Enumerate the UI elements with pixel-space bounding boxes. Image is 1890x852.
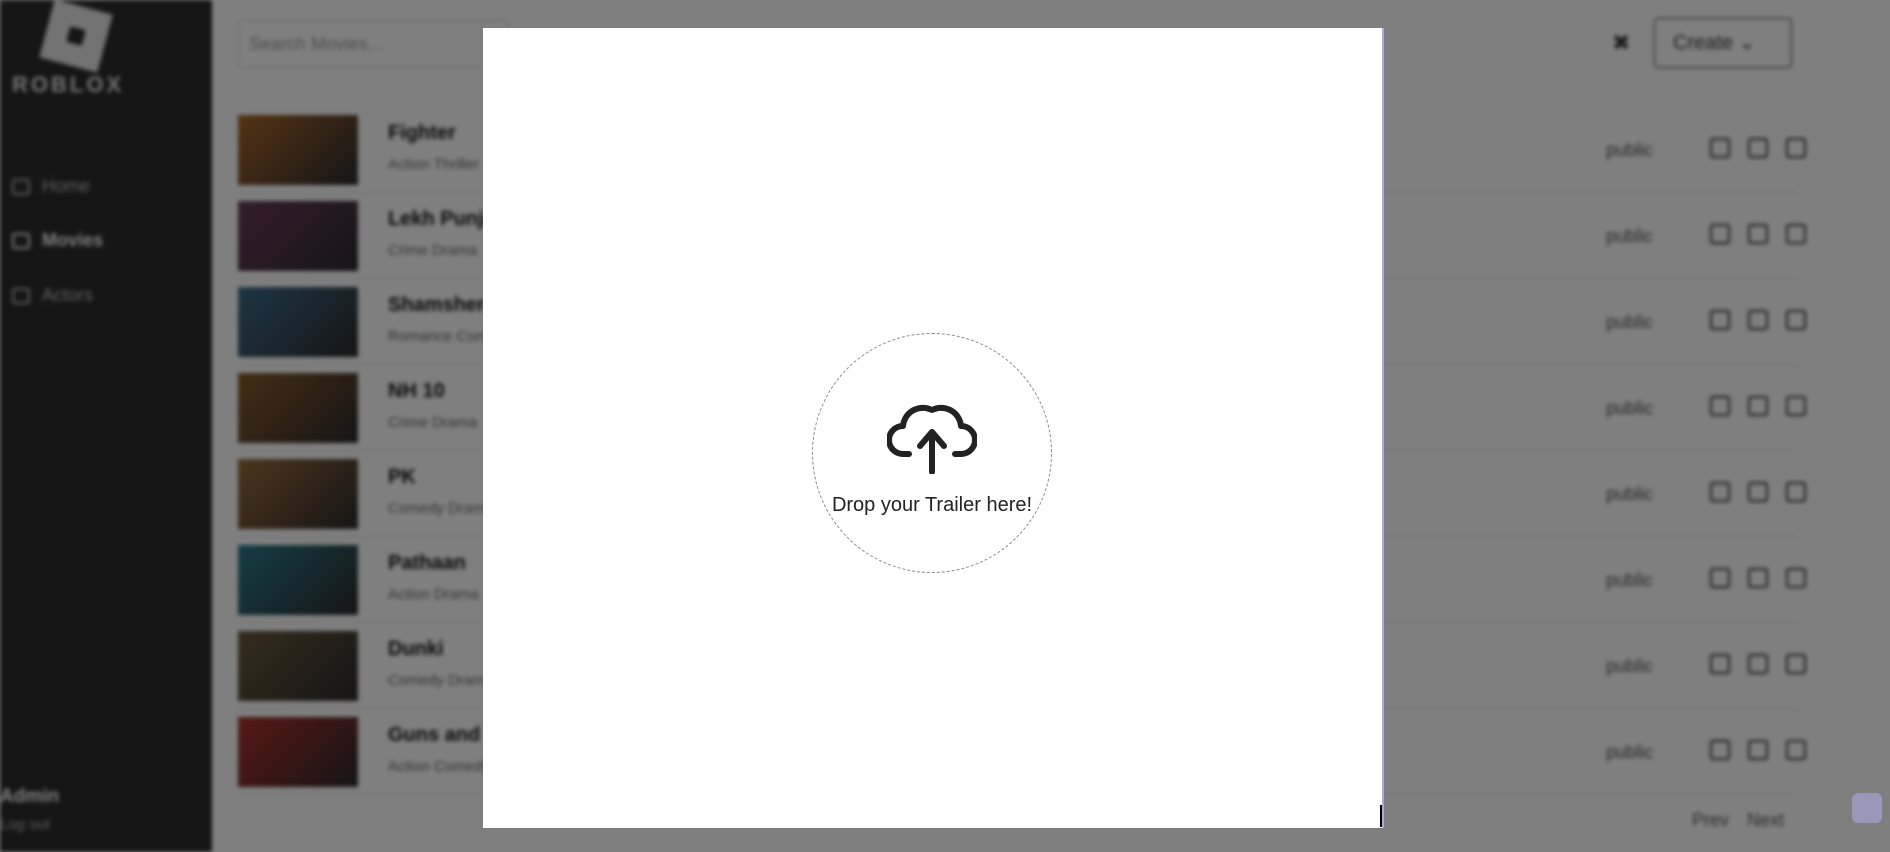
text-cursor [1380, 805, 1382, 827]
trailer-dropzone[interactable]: Drop your Trailer here! [812, 333, 1052, 573]
devtools-icon[interactable] [1852, 793, 1882, 823]
cloud-upload-icon [887, 404, 977, 474]
dropzone-label: Drop your Trailer here! [831, 494, 1033, 516]
upload-modal: Drop your Trailer here! [483, 28, 1382, 828]
